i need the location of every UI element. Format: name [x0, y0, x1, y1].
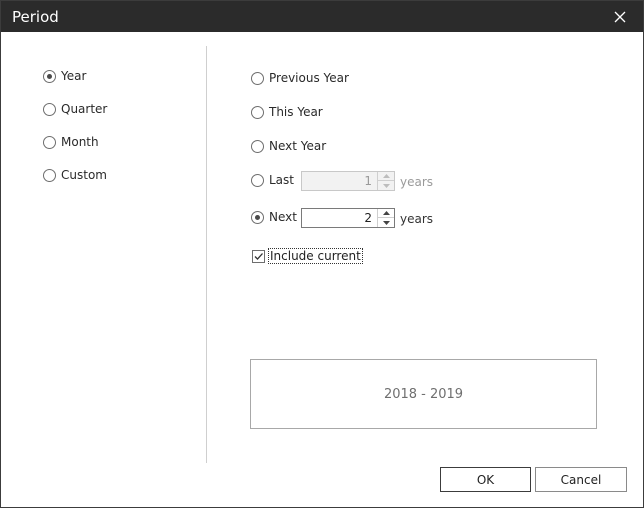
spinner-buttons	[377, 172, 394, 190]
radio-next-year-label: Next Year	[269, 139, 327, 153]
vertical-divider	[206, 46, 207, 463]
radio-last-label: Last	[269, 173, 294, 187]
ok-button-label: OK	[476, 472, 495, 487]
cancel-button-label: Cancel	[560, 472, 602, 487]
spin-up-button[interactable]	[378, 209, 394, 218]
radio-circle	[251, 71, 264, 85]
radio-circle	[43, 69, 56, 83]
radio-quarter[interactable]: Quarter	[43, 100, 107, 118]
include-current-label: Include current	[268, 248, 363, 264]
spin-down-button[interactable]	[378, 218, 394, 227]
title-bar: Period	[1, 1, 643, 32]
spin-up-button[interactable]	[378, 172, 394, 181]
ok-button[interactable]: OK	[440, 467, 531, 492]
radio-previous-year-label: Previous Year	[269, 71, 349, 85]
spinner-buttons	[377, 209, 394, 227]
period-result-text: 2018 - 2019	[383, 386, 464, 402]
radio-circle	[43, 135, 56, 149]
chevron-down-icon	[382, 183, 390, 188]
radio-circle	[251, 105, 264, 119]
last-years-unit: years	[400, 175, 434, 189]
radio-this-year-label: This Year	[269, 105, 323, 119]
radio-year-label: Year	[61, 69, 87, 83]
cancel-button[interactable]: Cancel	[535, 467, 627, 492]
radio-month[interactable]: Month	[43, 133, 99, 151]
radio-circle	[251, 173, 264, 187]
last-years-value: 1	[364, 174, 372, 188]
radio-next-label: Next	[269, 210, 297, 224]
radio-previous-year[interactable]: Previous Year	[251, 69, 349, 87]
radio-this-year[interactable]: This Year	[251, 103, 323, 121]
period-result-display: 2018 - 2019	[250, 359, 597, 429]
close-button[interactable]	[597, 1, 643, 32]
radio-next[interactable]: Next	[251, 208, 297, 226]
radio-last[interactable]: Last	[251, 171, 294, 189]
spin-down-button[interactable]	[378, 181, 394, 190]
next-years-unit: years	[400, 212, 434, 226]
period-dialog: Period Year Quarter Month Custom Previou…	[0, 0, 644, 508]
radio-custom[interactable]: Custom	[43, 166, 107, 184]
checkbox-box	[252, 249, 265, 263]
chevron-down-icon	[382, 220, 390, 225]
radio-circle	[43, 102, 56, 116]
radio-quarter-label: Quarter	[61, 102, 108, 116]
radio-custom-label: Custom	[61, 168, 107, 182]
dialog-title: Period	[12, 8, 59, 26]
next-years-spinner[interactable]: 2	[301, 208, 395, 228]
checkmark-icon	[254, 252, 263, 260]
close-icon	[614, 11, 626, 22]
radio-next-year[interactable]: Next Year	[251, 137, 326, 155]
radio-circle	[43, 168, 56, 182]
radio-month-label: Month	[61, 135, 99, 149]
radio-year[interactable]: Year	[43, 67, 86, 85]
radio-circle	[251, 210, 264, 224]
include-current-checkbox[interactable]: Include current	[252, 248, 363, 264]
chevron-up-icon	[382, 211, 390, 215]
chevron-up-icon	[382, 174, 390, 178]
last-years-spinner[interactable]: 1	[301, 171, 395, 191]
next-years-value: 2	[364, 211, 372, 225]
radio-circle	[251, 139, 264, 153]
